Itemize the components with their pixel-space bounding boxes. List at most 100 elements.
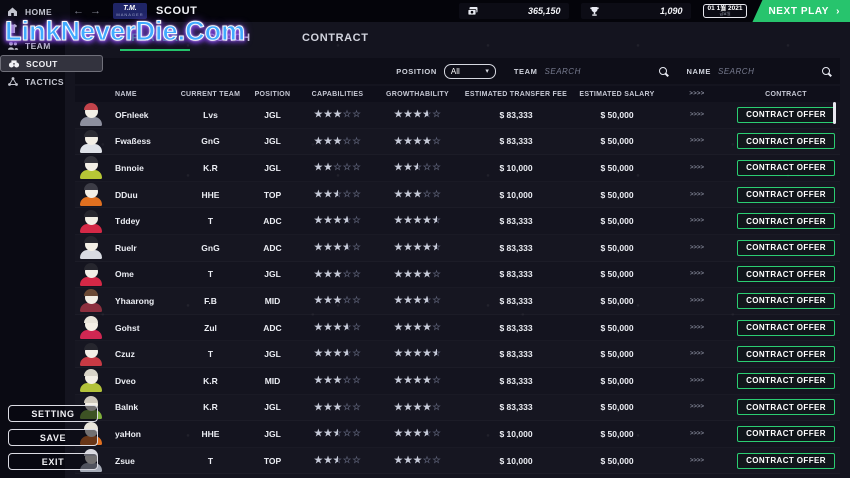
scrollbar-thumb[interactable] bbox=[833, 102, 836, 124]
header-salary: ESTIMATED SALARY bbox=[572, 91, 662, 98]
capabilities-stars: ★★☆★☆☆ bbox=[300, 456, 375, 466]
player-table-rows: OFnleek Lvs JGL ★★★☆☆ ★★★☆★☆ $ 83,333 $ … bbox=[75, 102, 840, 474]
growthability-stars: ★★★☆★☆ bbox=[375, 429, 460, 439]
name-search-input[interactable] bbox=[718, 67, 818, 76]
contract-offer-button[interactable]: CONTRACT OFFER bbox=[737, 266, 835, 282]
salary-value: $ 50,000 bbox=[572, 323, 662, 333]
table-row[interactable]: Balnk K.R JGL ★★★☆☆ ★★★★☆ $ 83,333 $ 50,… bbox=[75, 395, 840, 422]
exit-button[interactable]: EXIT bbox=[8, 453, 98, 470]
player-position: TOP bbox=[245, 456, 300, 466]
player-name: Ruelr bbox=[107, 243, 176, 253]
capabilities-stars: ★★★☆☆ bbox=[300, 296, 375, 306]
player-current-team: HHE bbox=[176, 429, 245, 439]
position-select[interactable]: All ▾ bbox=[444, 64, 496, 79]
table-row[interactable]: yaHon HHE JGL ★★☆★☆☆ ★★★☆★☆ $ 10,000 $ 5… bbox=[75, 421, 840, 448]
player-position: JGL bbox=[245, 429, 300, 439]
transfer-fee-value: $ 83,333 bbox=[460, 296, 572, 306]
player-current-team: K.R bbox=[176, 402, 245, 412]
sidebar-item-label: HOME bbox=[25, 7, 52, 17]
growthability-stars: ★★★★☆ bbox=[375, 323, 460, 333]
money-stat: 365,150 bbox=[459, 3, 569, 19]
logo-text: T.M. bbox=[123, 5, 136, 12]
detail-arrows: >>>> bbox=[662, 378, 732, 384]
contract-offer-button[interactable]: CONTRACT OFFER bbox=[737, 213, 835, 229]
tab-contract[interactable]: CONTRACT bbox=[302, 32, 364, 44]
table-row[interactable]: DDuu HHE TOP ★★☆★☆☆ ★★★☆☆ $ 10,000 $ 50,… bbox=[75, 182, 840, 209]
table-row[interactable]: Zsue T TOP ★★☆★☆☆ ★★★☆☆ $ 10,000 $ 50,00… bbox=[75, 448, 840, 475]
date-badge: 01 1월 2021 금요일 bbox=[703, 4, 748, 19]
salary-value: $ 50,000 bbox=[572, 190, 662, 200]
contract-offer-button[interactable]: CONTRACT OFFER bbox=[737, 133, 835, 149]
growthability-stars: ★★★★☆★ bbox=[375, 216, 460, 226]
salary-value: $ 50,000 bbox=[572, 456, 662, 466]
player-name: Zsue bbox=[107, 456, 176, 466]
name-filter-label: NAME bbox=[687, 67, 711, 76]
contract-offer-button[interactable]: CONTRACT OFFER bbox=[737, 107, 835, 123]
salary-value: $ 50,000 bbox=[572, 349, 662, 359]
detail-arrows: >>>> bbox=[662, 245, 732, 251]
tactics-icon bbox=[7, 76, 19, 88]
contract-offer-button[interactable]: CONTRACT OFFER bbox=[737, 187, 835, 203]
capabilities-stars: ★★★☆★☆ bbox=[300, 216, 375, 226]
player-current-team: T bbox=[176, 456, 245, 466]
save-button[interactable]: SAVE bbox=[8, 429, 98, 446]
position-select-value: All bbox=[451, 67, 460, 76]
table-row[interactable]: Tddey T ADC ★★★☆★☆ ★★★★☆★ $ 83,333 $ 50,… bbox=[75, 208, 840, 235]
header-current-team: CURRENT TEAM bbox=[176, 91, 245, 98]
next-play-button[interactable]: NEXT PLAY › bbox=[752, 0, 850, 22]
table-row[interactable]: OFnleek Lvs JGL ★★★☆☆ ★★★☆★☆ $ 83,333 $ … bbox=[75, 102, 840, 129]
growthability-stars: ★★★☆★☆ bbox=[375, 296, 460, 306]
player-position: ADC bbox=[245, 323, 300, 333]
player-current-team: GnG bbox=[176, 136, 245, 146]
contract-offer-button[interactable]: CONTRACT OFFER bbox=[737, 160, 835, 176]
growthability-stars: ★★★★☆ bbox=[375, 137, 460, 147]
sidebar-bottom-buttons: SETTING SAVE EXIT bbox=[8, 405, 98, 470]
capabilities-stars: ★★☆★☆☆ bbox=[300, 429, 375, 439]
player-name: Balnk bbox=[107, 402, 176, 412]
contract-offer-button[interactable]: CONTRACT OFFER bbox=[737, 293, 835, 309]
table-row[interactable]: Yhaarong F.B MID ★★★☆☆ ★★★☆★☆ $ 83,333 $… bbox=[75, 288, 840, 315]
detail-arrows: >>>> bbox=[662, 218, 732, 224]
search-icon[interactable] bbox=[659, 67, 667, 75]
position-filter-label: POSITION bbox=[396, 67, 437, 76]
setting-button[interactable]: SETTING bbox=[8, 405, 98, 422]
sidebar-item-scout[interactable]: SCOUT bbox=[0, 55, 103, 72]
contract-offer-button[interactable]: CONTRACT OFFER bbox=[737, 426, 835, 442]
transfer-fee-value: $ 83,333 bbox=[460, 216, 572, 226]
detail-arrows: >>>> bbox=[662, 138, 732, 144]
detail-arrows: >>>> bbox=[662, 165, 732, 171]
salary-value: $ 50,000 bbox=[572, 269, 662, 279]
contract-offer-button[interactable]: CONTRACT OFFER bbox=[737, 373, 835, 389]
growthability-stars: ★★★☆☆ bbox=[375, 190, 460, 200]
detail-arrows: >>>> bbox=[662, 404, 732, 410]
player-current-team: T bbox=[176, 269, 245, 279]
capabilities-stars: ★★☆☆☆ bbox=[300, 163, 375, 173]
transfer-fee-value: $ 83,333 bbox=[460, 110, 572, 120]
contract-offer-button[interactable]: CONTRACT OFFER bbox=[737, 399, 835, 415]
table-row[interactable]: Gohst Zul ADC ★★★☆★☆ ★★★★☆ $ 83,333 $ 50… bbox=[75, 315, 840, 342]
search-icon[interactable] bbox=[822, 67, 830, 75]
watermark: LinkNeverDie.Com bbox=[5, 16, 245, 47]
team-search-input[interactable] bbox=[545, 67, 645, 76]
detail-arrows: >>>> bbox=[662, 298, 732, 304]
player-position: JGL bbox=[245, 349, 300, 359]
detail-arrows: >>>> bbox=[662, 325, 732, 331]
table-row[interactable]: Fwaßess GnG JGL ★★★☆☆ ★★★★☆ $ 83,333 $ 5… bbox=[75, 129, 840, 156]
contract-offer-button[interactable]: CONTRACT OFFER bbox=[737, 320, 835, 336]
salary-value: $ 50,000 bbox=[572, 243, 662, 253]
money-value: 365,150 bbox=[528, 6, 561, 16]
sidebar-item-tactics[interactable]: TACTICS bbox=[0, 74, 103, 89]
contract-offer-button[interactable]: CONTRACT OFFER bbox=[737, 240, 835, 256]
binoculars-icon bbox=[8, 58, 20, 70]
contract-offer-button[interactable]: CONTRACT OFFER bbox=[737, 453, 835, 469]
table-row[interactable]: Czuz T JGL ★★★☆★☆ ★★★★☆★ $ 83,333 $ 50,0… bbox=[75, 341, 840, 368]
player-name: Czuz bbox=[107, 349, 176, 359]
table-row[interactable]: Ruelr GnG ADC ★★★☆★☆ ★★★★☆★ $ 83,333 $ 5… bbox=[75, 235, 840, 262]
chevron-right-icon: › bbox=[836, 6, 840, 17]
sidebar-item-label: SCOUT bbox=[26, 59, 58, 69]
contract-offer-button[interactable]: CONTRACT OFFER bbox=[737, 346, 835, 362]
transfer-fee-value: $ 10,000 bbox=[460, 429, 572, 439]
table-row[interactable]: Bnnoie K.R JGL ★★☆☆☆ ★★☆★☆☆ $ 10,000 $ 5… bbox=[75, 155, 840, 182]
table-row[interactable]: Ome T JGL ★★★☆☆ ★★★★☆ $ 83,333 $ 50,000 … bbox=[75, 262, 840, 289]
table-row[interactable]: Dveo K.R MID ★★★☆☆ ★★★★☆ $ 83,333 $ 50,0… bbox=[75, 368, 840, 395]
